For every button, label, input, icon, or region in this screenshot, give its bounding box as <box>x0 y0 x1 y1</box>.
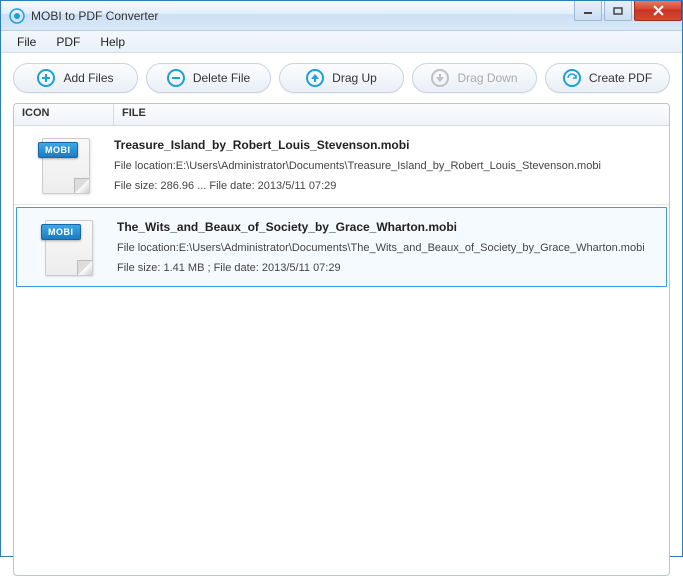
mobi-badge: MOBI <box>41 224 81 240</box>
maximize-button[interactable] <box>604 1 632 21</box>
convert-icon <box>563 69 581 87</box>
minus-icon <box>167 69 185 87</box>
file-list-panel: ICON FILE MOBI Treasure_Island_by_Robert… <box>13 103 670 576</box>
file-name: Treasure_Island_by_Robert_Louis_Stevenso… <box>114 138 661 152</box>
create-pdf-button[interactable]: Create PDF <box>545 63 670 93</box>
button-label: Create PDF <box>589 71 652 85</box>
toolbar: Add Files Delete File Drag Up Drag Down … <box>1 53 682 103</box>
button-label: Add Files <box>63 71 113 85</box>
mobi-badge: MOBI <box>38 142 78 158</box>
arrow-up-icon <box>306 69 324 87</box>
menu-file[interactable]: File <box>7 33 46 51</box>
button-label: Drag Up <box>332 71 377 85</box>
list-header: ICON FILE <box>14 104 669 126</box>
app-icon <box>9 8 25 24</box>
minimize-button[interactable] <box>574 1 602 21</box>
column-header-icon[interactable]: ICON <box>14 104 114 125</box>
file-info-cell: The_Wits_and_Beaux_of_Society_by_Grace_W… <box>117 214 666 280</box>
column-header-file[interactable]: FILE <box>114 104 669 125</box>
file-row[interactable]: MOBI The_Wits_and_Beaux_of_Society_by_Gr… <box>16 207 667 287</box>
file-stats: File size: 1.41 MB ; File date: 2013/5/1… <box>117 262 658 274</box>
close-button[interactable] <box>634 1 682 21</box>
add-files-button[interactable]: Add Files <box>13 63 138 93</box>
delete-file-button[interactable]: Delete File <box>146 63 271 93</box>
plus-icon <box>37 69 55 87</box>
file-location: File location:E:\Users\Administrator\Doc… <box>117 242 658 254</box>
file-location: File location:E:\Users\Administrator\Doc… <box>114 160 661 172</box>
file-thumbnail: MOBI <box>42 138 90 194</box>
button-label: Drag Down <box>457 71 517 85</box>
drag-down-button: Drag Down <box>412 63 537 93</box>
menubar: File PDF Help <box>1 31 682 53</box>
window-controls <box>572 1 682 21</box>
menu-help[interactable]: Help <box>90 33 135 51</box>
titlebar[interactable]: MOBI to PDF Converter <box>1 1 682 31</box>
button-label: Delete File <box>193 71 250 85</box>
file-icon-cell: MOBI <box>17 214 117 280</box>
drag-up-button[interactable]: Drag Up <box>279 63 404 93</box>
file-stats: File size: 286.96 ... File date: 2013/5/… <box>114 180 661 192</box>
file-info-cell: Treasure_Island_by_Robert_Louis_Stevenso… <box>114 132 669 198</box>
arrow-down-icon <box>431 69 449 87</box>
file-list-body: MOBI Treasure_Island_by_Robert_Louis_Ste… <box>14 126 669 287</box>
file-name: The_Wits_and_Beaux_of_Society_by_Grace_W… <box>117 220 658 234</box>
file-thumbnail: MOBI <box>45 220 93 276</box>
file-row[interactable]: MOBI Treasure_Island_by_Robert_Louis_Ste… <box>14 126 669 205</box>
file-icon-cell: MOBI <box>14 132 114 198</box>
menu-pdf[interactable]: PDF <box>46 33 90 51</box>
